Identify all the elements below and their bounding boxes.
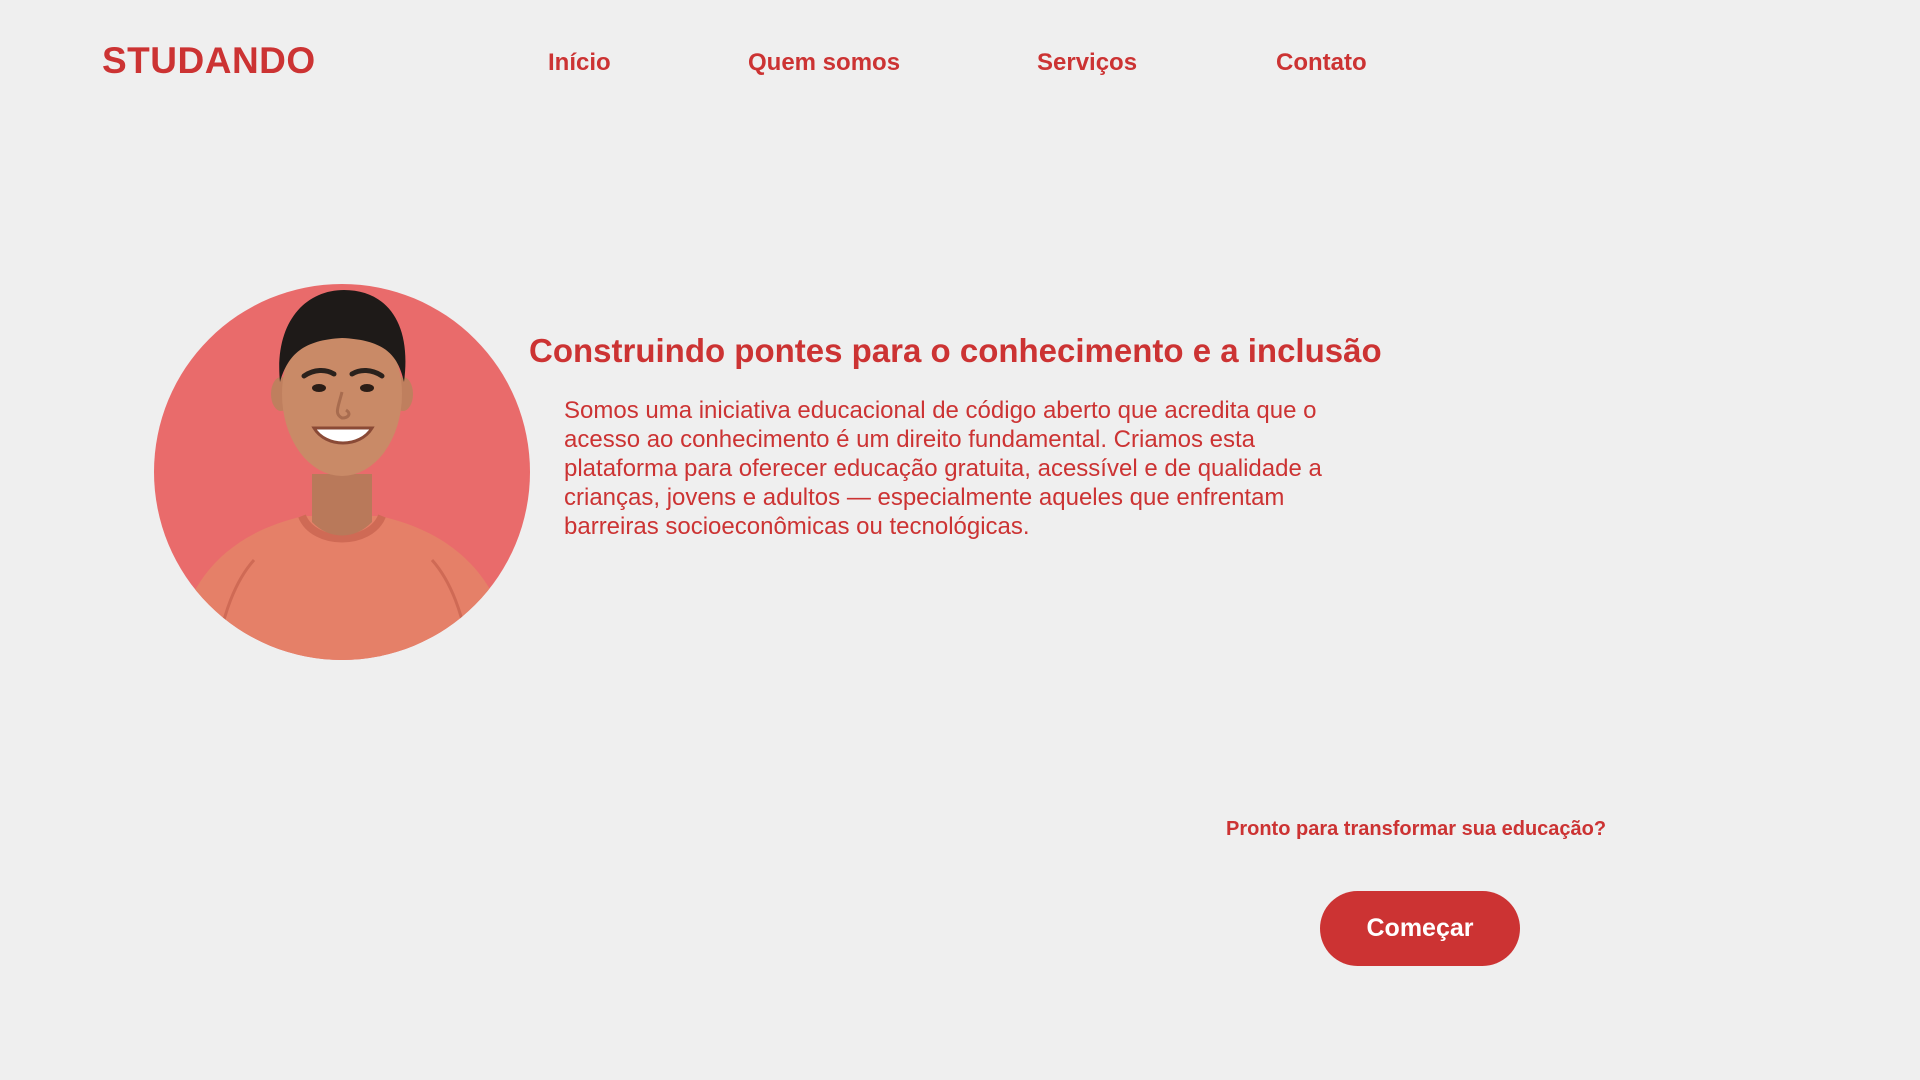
nav-link-contato[interactable]: Contato (1276, 49, 1367, 77)
landing-page: STUDANDO Início Quem somos Serviços Cont… (0, 0, 1920, 1080)
hero-description: Somos uma iniciativa educacional de códi… (564, 397, 1322, 540)
cta-prompt: Pronto para transformar sua educação? (1226, 818, 1607, 840)
hero-headline: Construindo pontes para o conhecimento e… (529, 332, 1382, 369)
person-illustration (174, 290, 512, 660)
brand-logo[interactable]: STUDANDO (102, 40, 316, 82)
start-button[interactable]: Começar (1320, 891, 1520, 966)
nav-link-inicio[interactable]: Início (548, 49, 611, 77)
nav-link-servicos[interactable]: Serviços (1037, 49, 1137, 77)
hero-portrait-image (154, 284, 530, 660)
nav-link-quem-somos[interactable]: Quem somos (748, 49, 900, 77)
